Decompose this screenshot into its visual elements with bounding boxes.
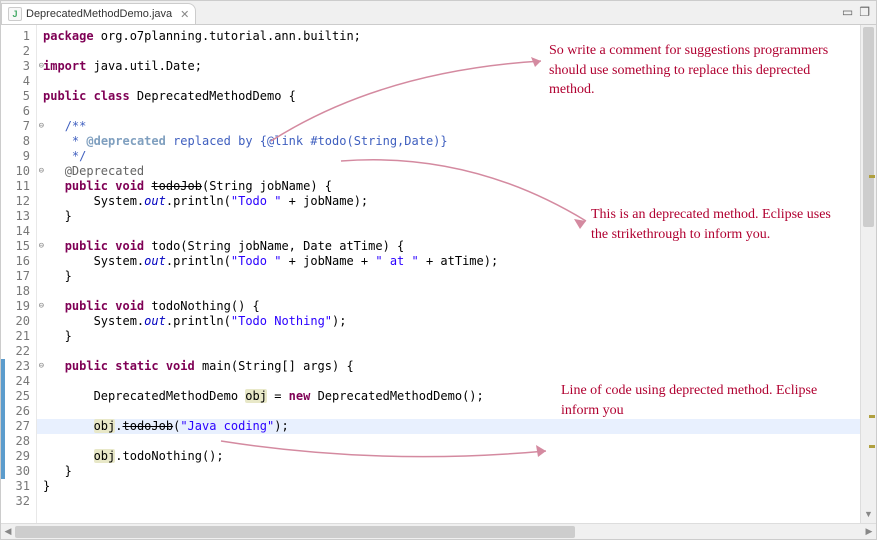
line-number: 3 — [1, 59, 36, 74]
line-number: 27 — [1, 419, 36, 434]
horizontal-scrollbar[interactable]: ◀ ▶ — [1, 523, 876, 539]
code-line[interactable]: } — [43, 464, 860, 479]
line-number: 19 — [1, 299, 36, 314]
code-line[interactable] — [43, 104, 860, 119]
line-number: 20 — [1, 314, 36, 329]
scroll-right-arrow-icon[interactable]: ▶ — [862, 526, 876, 537]
code-line[interactable] — [43, 74, 860, 89]
line-number: 11 — [1, 179, 36, 194]
code-line[interactable]: } — [43, 209, 860, 224]
line-number: 15 — [1, 239, 36, 254]
code-line[interactable]: } — [43, 329, 860, 344]
line-number: 5 — [1, 89, 36, 104]
line-number: 21 — [1, 329, 36, 344]
code-line[interactable]: System.out.println("Todo " + jobName); — [43, 194, 860, 209]
java-file-icon: J — [8, 7, 22, 21]
code-line[interactable]: DeprecatedMethodDemo obj = new Deprecate… — [43, 389, 860, 404]
line-number: 14 — [1, 224, 36, 239]
line-number: 4 — [1, 74, 36, 89]
code-line[interactable]: System.out.println("Todo Nothing"); — [43, 314, 860, 329]
line-number: 23 — [1, 359, 36, 374]
code-line[interactable]: } — [43, 479, 860, 494]
line-number: 29 — [1, 449, 36, 464]
horizontal-scroll-thumb[interactable] — [15, 526, 575, 538]
line-number: 28 — [1, 434, 36, 449]
scroll-down-arrow-icon[interactable]: ▼ — [861, 509, 876, 523]
line-number: 30 — [1, 464, 36, 479]
code-line[interactable]: public void todoJob(String jobName) { — [43, 179, 860, 194]
minimize-view-icon[interactable]: ▭ — [842, 5, 853, 19]
close-tab-icon[interactable]: ✕ — [180, 8, 189, 21]
line-number: 32 — [1, 494, 36, 509]
line-number: 17 — [1, 269, 36, 284]
code-line[interactable]: System.out.println("Todo " + jobName + "… — [43, 254, 860, 269]
line-number: 8 — [1, 134, 36, 149]
line-number: 6 — [1, 104, 36, 119]
line-number: 16 — [1, 254, 36, 269]
code-line[interactable] — [43, 284, 860, 299]
line-number: 25 — [1, 389, 36, 404]
code-line[interactable] — [43, 494, 860, 509]
line-number: 7 — [1, 119, 36, 134]
line-number: 31 — [1, 479, 36, 494]
line-number: 18 — [1, 284, 36, 299]
code-line[interactable]: import java.util.Date; — [43, 59, 860, 74]
change-marker — [1, 359, 5, 479]
scroll-left-arrow-icon[interactable]: ◀ — [1, 526, 15, 537]
tab-filename: DeprecatedMethodDemo.java — [26, 8, 172, 20]
vertical-scrollbar[interactable]: ▲ ▼ — [860, 25, 876, 523]
code-line[interactable]: obj.todoJob("Java coding"); — [43, 419, 860, 434]
code-line[interactable]: } — [43, 269, 860, 284]
overview-warning-mark[interactable] — [869, 445, 875, 448]
code-line[interactable]: package org.o7planning.tutorial.ann.buil… — [43, 29, 860, 44]
code-line[interactable]: public void todoNothing() { — [43, 299, 860, 314]
line-number: 26 — [1, 404, 36, 419]
code-line[interactable] — [43, 44, 860, 59]
code-line[interactable]: public class DeprecatedMethodDemo { — [43, 89, 860, 104]
code-line[interactable]: public void todo(String jobName, Date at… — [43, 239, 860, 254]
code-line[interactable]: /** — [43, 119, 860, 134]
line-number-gutter[interactable]: 1234567891011121314151617181920212223242… — [1, 25, 37, 523]
horizontal-scroll-track[interactable] — [15, 526, 862, 538]
line-number: 1 — [1, 29, 36, 44]
code-line[interactable] — [43, 344, 860, 359]
code-line[interactable]: public static void main(String[] args) { — [43, 359, 860, 374]
code-line[interactable] — [43, 404, 860, 419]
code-line[interactable] — [43, 374, 860, 389]
code-editor[interactable]: package org.o7planning.tutorial.ann.buil… — [37, 25, 860, 523]
line-number: 12 — [1, 194, 36, 209]
line-number: 10 — [1, 164, 36, 179]
line-number: 13 — [1, 209, 36, 224]
overview-warning-mark[interactable] — [869, 415, 875, 418]
line-number: 22 — [1, 344, 36, 359]
code-line[interactable] — [43, 224, 860, 239]
code-line[interactable]: */ — [43, 149, 860, 164]
line-number: 2 — [1, 44, 36, 59]
overview-warning-mark[interactable] — [869, 175, 875, 178]
editor-area: 1234567891011121314151617181920212223242… — [1, 25, 876, 523]
code-line[interactable]: * @deprecated replaced by {@link #todo(S… — [43, 134, 860, 149]
code-line[interactable] — [43, 434, 860, 449]
maximize-view-icon[interactable]: ❐ — [859, 5, 870, 19]
editor-tab[interactable]: J DeprecatedMethodDemo.java ✕ — [1, 3, 196, 24]
view-toolbar: ▭ ❐ — [842, 5, 870, 19]
code-line[interactable]: obj.todoNothing(); — [43, 449, 860, 464]
tab-bar: J DeprecatedMethodDemo.java ✕ ▭ ❐ — [1, 1, 876, 25]
vertical-scroll-thumb[interactable] — [863, 27, 874, 227]
line-number: 9 — [1, 149, 36, 164]
code-line[interactable]: @Deprecated — [43, 164, 860, 179]
line-number: 24 — [1, 374, 36, 389]
